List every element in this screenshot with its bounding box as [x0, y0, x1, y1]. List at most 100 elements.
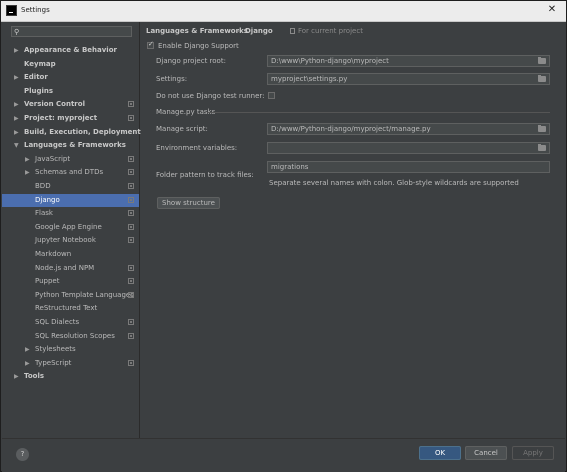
project-config-icon	[128, 169, 134, 176]
show-structure-button[interactable]: Show structure	[157, 197, 220, 209]
project-config-icon	[128, 319, 134, 325]
project-config-icon	[128, 210, 134, 217]
help-button[interactable]: ?	[16, 448, 29, 461]
sidebar-item-tools[interactable]: ▶ Tools	[2, 370, 139, 383]
expand-right-icon[interactable]: ▶	[14, 71, 19, 84]
apply-button[interactable]: Apply	[512, 446, 554, 460]
dialog-footer: ? OK Cancel Apply	[2, 438, 565, 472]
test-runner-checkbox[interactable]	[268, 92, 275, 99]
project-config-icon	[128, 115, 134, 121]
django-settings-panel: Languages & Frameworks › Django For curr…	[140, 22, 565, 438]
browse-folder-icon[interactable]	[538, 57, 546, 64]
sidebar-item-project-myproject[interactable]: ▶ Project: myproject	[2, 112, 139, 125]
browse-folder-icon[interactable]	[538, 125, 546, 132]
sidebar-item-label: Node.js and NPM	[35, 263, 95, 272]
enable-django-label: Enable Django Support	[158, 42, 239, 50]
title-bar: Settings ✕	[1, 1, 566, 22]
sidebar-item-google-app-engine[interactable]: Google App Engine	[2, 221, 139, 234]
sidebar-item-label: Plugins	[24, 86, 54, 95]
sidebar-item-label: Build, Execution, Deployment	[24, 127, 141, 136]
project-root-value: D:\www\Python-django\myproject	[271, 57, 389, 65]
sidebar-item-appearance-behavior[interactable]: ▶ Appearance & Behavior	[2, 44, 139, 57]
expand-right-icon[interactable]: ▶	[14, 44, 19, 57]
folder-pattern-field[interactable]: migrations	[267, 161, 550, 173]
sidebar-item-puppet[interactable]: Puppet	[2, 275, 139, 288]
sidebar-item-typescript[interactable]: ▶ TypeScript	[2, 357, 139, 370]
settings-field[interactable]: myproject\settings.py	[267, 73, 550, 85]
sidebar-item-editor[interactable]: ▶ Editor	[2, 71, 139, 84]
project-config-icon	[128, 237, 134, 244]
pycharm-app-icon	[6, 5, 17, 16]
manage-script-value: D:/www/Python-django/myproject/manage.py	[271, 125, 431, 133]
close-button[interactable]: ✕	[544, 4, 560, 16]
breadcrumb-separator: ›	[237, 27, 240, 35]
search-input[interactable]: ⚲	[11, 26, 132, 37]
manage-script-label: Manage script:	[156, 125, 208, 133]
sidebar-item-javascript[interactable]: ▶ JavaScript	[2, 153, 139, 166]
expand-right-icon[interactable]: ▶	[25, 343, 30, 356]
env-vars-field[interactable]	[267, 142, 550, 154]
project-config-icon	[128, 278, 134, 285]
sidebar-item-languages-frameworks[interactable]: ▼ Languages & Frameworks	[2, 139, 139, 152]
breadcrumb-django: Django	[245, 27, 273, 35]
sidebar-item-label: Flask	[35, 209, 53, 218]
expand-right-icon[interactable]: ▶	[14, 112, 19, 125]
browse-folder-icon[interactable]	[538, 75, 546, 82]
sidebar-item-django[interactable]: Django	[2, 193, 139, 207]
sidebar-item-label: SQL Dialects	[35, 318, 80, 326]
sidebar-item-sql-dialects[interactable]: SQL Dialects	[2, 316, 139, 329]
project-config-icon	[128, 291, 134, 298]
sidebar-item-sql-resolution-scopes[interactable]: SQL Resolution Scopes	[2, 330, 139, 343]
sidebar-item-label: Python Template Languages	[35, 290, 134, 299]
cancel-button[interactable]: Cancel	[465, 446, 507, 460]
project-config-icon	[128, 155, 134, 162]
ok-button[interactable]: OK	[419, 446, 461, 460]
project-config-icon	[128, 196, 134, 203]
manage-script-field[interactable]: D:/www/Python-django/myproject/manage.py	[267, 123, 550, 135]
test-runner-label: Do not use Django test runner:	[156, 92, 265, 100]
sidebar-item-python-template-languages[interactable]: Python Template Languages	[2, 289, 139, 302]
sidebar-item-schemas-and-dtds[interactable]: ▶ Schemas and DTDs	[2, 166, 139, 179]
sidebar-item-keymap[interactable]: Keymap	[2, 58, 139, 71]
project-scope-label: For current project	[298, 27, 363, 35]
sidebar-item-label: JavaScript	[35, 154, 71, 163]
sidebar-item-jupyter-notebook[interactable]: Jupyter Notebook	[2, 234, 139, 247]
project-config-icon	[128, 223, 134, 230]
enable-django-checkbox[interactable]	[147, 40, 154, 49]
expand-down-icon[interactable]: ▼	[14, 139, 19, 152]
sidebar-item-label: SQL Resolution Scopes	[35, 331, 115, 340]
sidebar-item-label: Version Control	[24, 100, 85, 109]
sidebar-item-version-control[interactable]: ▶ Version Control	[2, 98, 139, 111]
project-config-icon	[128, 264, 134, 271]
sidebar-item-label: Google App Engine	[35, 222, 102, 231]
sidebar-item-label: BDD	[35, 182, 51, 190]
expand-right-icon[interactable]: ▶	[25, 166, 30, 179]
search-icon: ⚲	[14, 28, 20, 36]
sidebar-item-restructured-text[interactable]: ReStructured Text	[2, 302, 139, 315]
sidebar-item-build-execution-deployment[interactable]: ▶ Build, Execution, Deployment	[2, 126, 141, 139]
window-title: Settings	[21, 6, 50, 14]
expand-right-icon[interactable]: ▶	[14, 126, 19, 139]
settings-value: myproject\settings.py	[271, 75, 348, 83]
sidebar-item-node-js-and-npm[interactable]: Node.js and NPM	[2, 262, 139, 275]
sidebar-item-bdd[interactable]: BDD	[2, 180, 139, 193]
expand-right-icon[interactable]: ▶	[14, 98, 19, 111]
sidebar-item-flask[interactable]: Flask	[2, 207, 139, 220]
folder-pattern-hint: Separate several names with colon. Glob-…	[269, 179, 519, 187]
project-root-label: Django project root:	[156, 57, 226, 65]
sidebar-item-label: Project: myproject	[24, 114, 98, 122]
sidebar-item-markdown[interactable]: Markdown	[2, 248, 139, 261]
expand-right-icon[interactable]: ▶	[14, 370, 19, 383]
sidebar-item-plugins[interactable]: Plugins	[2, 85, 139, 98]
expand-right-icon[interactable]: ▶	[25, 153, 30, 166]
settings-sidebar: ⚲ ▶ Appearance & Behavior Keymap ▶ Editor Plu…	[2, 22, 141, 438]
project-root-field[interactable]: D:\www\Python-django\myproject	[267, 55, 550, 67]
project-config-icon	[128, 359, 134, 366]
sidebar-item-label: Markdown	[35, 250, 72, 258]
section-divider	[208, 112, 550, 113]
sidebar-item-stylesheets[interactable]: ▶ Stylesheets	[2, 343, 139, 356]
browse-folder-icon[interactable]	[538, 144, 546, 151]
breadcrumb-languages-frameworks[interactable]: Languages & Frameworks	[146, 27, 248, 35]
sidebar-item-label: Puppet	[35, 277, 60, 286]
expand-right-icon[interactable]: ▶	[25, 357, 30, 370]
